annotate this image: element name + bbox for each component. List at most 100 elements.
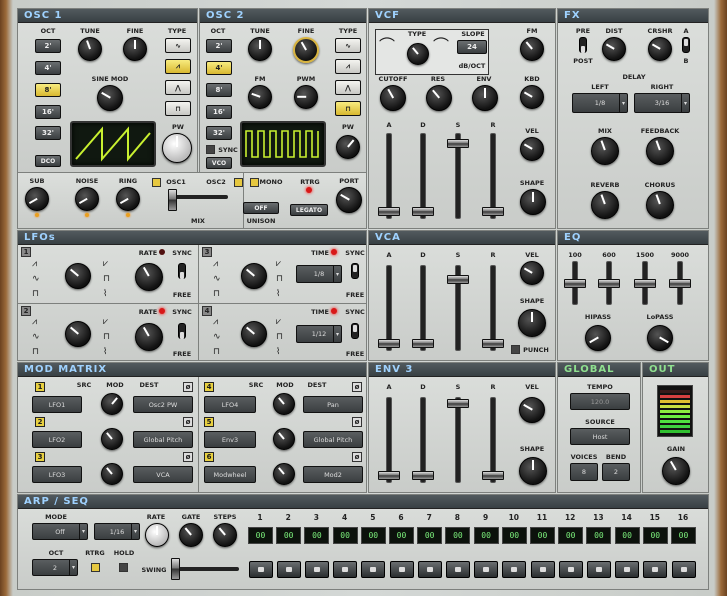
step-value-display[interactable]: 00 <box>248 527 273 544</box>
mod-row-3-amount-knob[interactable] <box>101 463 123 485</box>
osc2-square-wave-button[interactable]: ⊓ <box>335 101 361 116</box>
vcf-attack-fader[interactable] <box>378 207 400 216</box>
arp-gate-knob[interactable] <box>179 523 203 547</box>
step-value-display[interactable]: 00 <box>614 527 640 544</box>
mix-slider-handle[interactable] <box>168 189 177 211</box>
mix-slider-track[interactable] <box>168 195 228 199</box>
step-toggle-button[interactable] <box>445 561 470 578</box>
step-toggle-button[interactable] <box>276 561 301 578</box>
gain-knob[interactable] <box>662 457 690 485</box>
mod-row-6-dest[interactable]: Mod2 <box>303 466 363 483</box>
osc2-fine-knob[interactable] <box>293 37 319 63</box>
osc1-square-wave-button[interactable]: ⊓ <box>165 101 191 116</box>
osc1-oct-16[interactable]: 16' <box>35 105 61 119</box>
vcf-decay-fader[interactable] <box>412 207 434 216</box>
punch-checkbox[interactable] <box>511 345 520 354</box>
delay-left-select[interactable]: 1/8 ▾ <box>572 93 628 113</box>
step-toggle-button[interactable] <box>333 561 358 578</box>
delay-mix-knob[interactable] <box>591 137 619 165</box>
env3-decay-fader[interactable] <box>412 471 434 480</box>
vca-vel-knob[interactable] <box>520 261 544 285</box>
osc2-pw-knob[interactable] <box>336 135 360 159</box>
step-toggle-button[interactable] <box>248 561 273 578</box>
mod-row-4-dest[interactable]: Pan <box>303 396 363 413</box>
arp-rate-knob[interactable] <box>145 523 169 547</box>
step-value-display[interactable]: 00 <box>473 527 499 544</box>
env3-attack-fader[interactable] <box>378 471 400 480</box>
eq-1500-fader[interactable] <box>634 279 656 288</box>
step-value-display[interactable]: 00 <box>671 527 696 544</box>
osc2-oct-16[interactable]: 16' <box>206 105 232 119</box>
mod-row-6-src[interactable]: Modwheel <box>204 466 256 483</box>
vca-sustain-fader[interactable] <box>447 275 469 284</box>
mod-row-1-clear-icon[interactable]: ø <box>183 382 193 392</box>
vcf-release-fader[interactable] <box>482 207 504 216</box>
vcf-sustain-fader[interactable] <box>447 139 469 148</box>
osc2-sine-wave-button[interactable]: ∿ <box>335 38 361 53</box>
distortion-knob[interactable] <box>602 37 626 61</box>
legato-button[interactable]: LEGATO <box>290 204 328 216</box>
vcf-vel-knob[interactable] <box>520 137 544 161</box>
swing-slider-handle[interactable] <box>171 558 180 580</box>
step-value-display[interactable]: 00 <box>417 527 443 544</box>
osc1-oct-32[interactable]: 32' <box>35 126 61 140</box>
osc1-saw-wave-button[interactable]: ⩘ <box>165 59 191 74</box>
step-value-display[interactable]: 00 <box>332 527 358 544</box>
lfo3-sync-toggle[interactable] <box>351 263 359 279</box>
mod-row-5-clear-icon[interactable]: ø <box>352 417 362 427</box>
ring-knob[interactable] <box>116 187 140 211</box>
unison-off-button[interactable]: OFF <box>243 202 279 214</box>
vca-attack-fader[interactable] <box>378 339 400 348</box>
step-value-display[interactable]: 00 <box>276 527 302 544</box>
vca-decay-fader[interactable] <box>412 339 434 348</box>
kbd-knob[interactable] <box>520 85 544 109</box>
step-toggle-button[interactable] <box>474 561 499 578</box>
arp-oct-select[interactable]: 2 ▾ <box>32 559 78 576</box>
step-value-display[interactable]: 00 <box>304 527 330 544</box>
bend-select[interactable]: 2 <box>602 463 630 481</box>
mod-row-4-src[interactable]: LFO4 <box>204 396 256 413</box>
source-select[interactable]: Host <box>570 428 630 445</box>
lfo2-rate-knob[interactable] <box>135 323 163 351</box>
mod-row-3-src[interactable]: LFO3 <box>32 466 82 483</box>
osc1-sine-mod-knob[interactable] <box>97 85 123 111</box>
osc2-tune-knob[interactable] <box>248 37 272 61</box>
lfo4-wave-knob[interactable] <box>241 321 267 347</box>
arp-rtrg-checkbox[interactable] <box>91 563 100 572</box>
step-toggle-button[interactable] <box>389 561 414 578</box>
osc2-saw-wave-button[interactable]: ⩘ <box>335 59 361 74</box>
step-toggle-button[interactable] <box>530 561 555 578</box>
step-toggle-button[interactable] <box>671 561 696 578</box>
osc1-triangle-wave-button[interactable]: ⋀ <box>165 80 191 95</box>
osc1-dco-button[interactable]: DCO <box>35 155 61 167</box>
env3-release-fader[interactable] <box>482 471 504 480</box>
mod-row-6-amount-knob[interactable] <box>273 463 295 485</box>
osc1-tune-knob[interactable] <box>78 37 102 61</box>
mod-row-4-clear-icon[interactable]: ø <box>352 382 362 392</box>
arp-mode-select[interactable]: Off ▾ <box>32 523 88 540</box>
arp-hold-checkbox[interactable] <box>119 563 128 572</box>
mod-row-5-dest[interactable]: Global Pitch <box>303 431 363 448</box>
lfo2-sync-toggle[interactable] <box>178 323 186 339</box>
osc2-oct-8[interactable]: 8' <box>206 83 232 97</box>
osc1-oct-4[interactable]: 4' <box>35 61 61 75</box>
lfo2-wave-knob[interactable] <box>65 321 91 347</box>
step-value-display[interactable]: 00 <box>389 527 414 544</box>
mod-row-2-dest[interactable]: Global Pitch <box>133 431 193 448</box>
eq-600-fader[interactable] <box>598 279 620 288</box>
osc2-oct-2[interactable]: 2' <box>206 39 232 53</box>
osc1-fine-knob[interactable] <box>123 37 147 61</box>
slope-button[interactable]: 24 <box>457 40 487 54</box>
vca-release-fader[interactable] <box>482 339 504 348</box>
step-toggle-button[interactable] <box>417 561 442 578</box>
ab-toggle[interactable] <box>682 37 690 53</box>
eq-9000-fader[interactable] <box>669 279 691 288</box>
vcf-env-knob[interactable] <box>472 85 498 111</box>
cutoff-knob[interactable] <box>380 85 406 111</box>
mod-row-5-amount-knob[interactable] <box>273 428 295 450</box>
step-value-display[interactable]: 00 <box>642 527 668 544</box>
feedback-knob[interactable] <box>646 137 674 165</box>
eq-100-fader[interactable] <box>564 279 586 288</box>
osc1-sine-wave-button[interactable]: ∿ <box>165 38 191 53</box>
step-value-display[interactable]: 00 <box>558 527 584 544</box>
